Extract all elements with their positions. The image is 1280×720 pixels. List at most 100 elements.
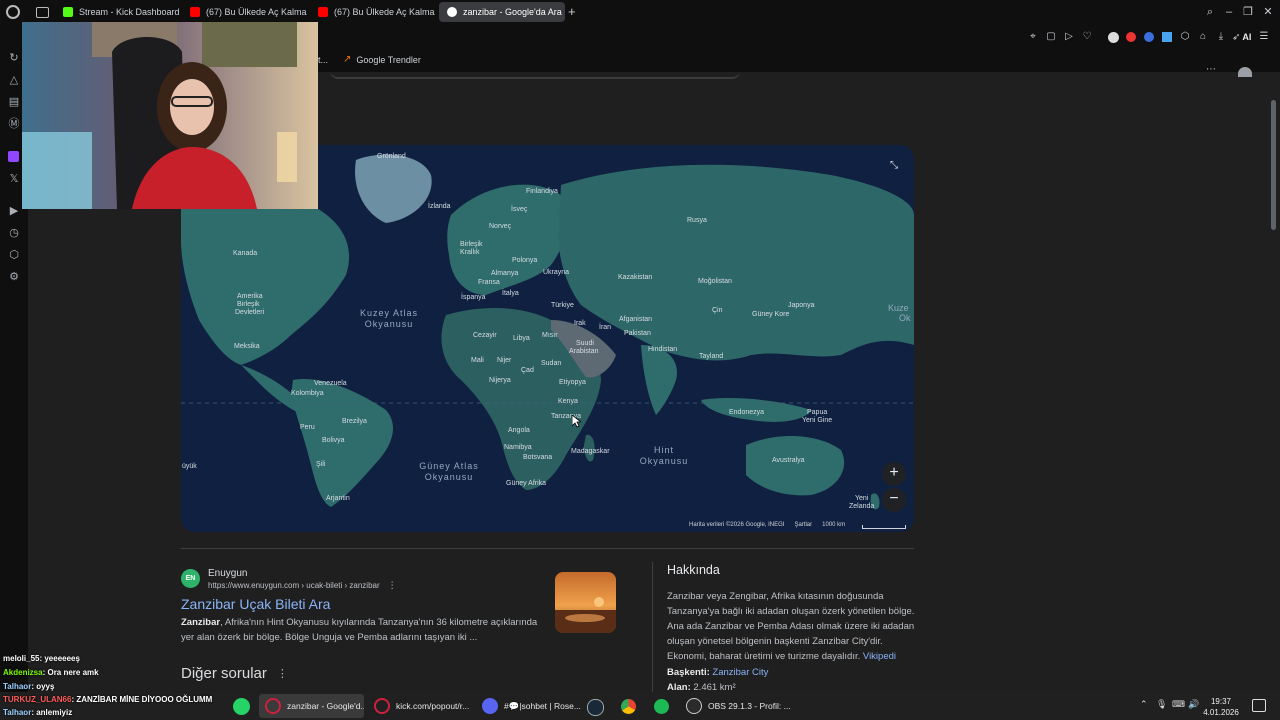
result-title-link[interactable]: Zanzibar Uçak Bileti Ara	[181, 596, 330, 612]
map-label: Güney Kore	[752, 311, 790, 318]
ai-label: AI	[1242, 32, 1252, 42]
steam-icon[interactable]	[587, 699, 604, 716]
map-label: Birleşik	[237, 301, 260, 308]
download-icon[interactable]: ⤓	[1214, 30, 1228, 44]
chrome-icon[interactable]	[621, 699, 636, 714]
messenger-icon[interactable]: Ⓜ	[7, 117, 21, 131]
map-attribution: Harita verileri ©2026 Google, INEGI	[689, 522, 785, 528]
taskbar-opera-kick[interactable]: kick.com/popout/r...	[368, 694, 473, 718]
tab-google-search[interactable]: zanzibar - Google'da Ara	[439, 2, 565, 22]
zoom-out-button[interactable]: −	[882, 488, 906, 512]
twitch-icon[interactable]	[8, 151, 19, 162]
map-label: Avustralya	[772, 457, 805, 464]
google-icon	[447, 7, 457, 17]
clock[interactable]: 19:37 4.01.2026	[1200, 696, 1242, 718]
result-url[interactable]: https://www.enuygun.com › ucak-bileti › …	[208, 581, 380, 590]
chat-text: : oyyş	[31, 682, 55, 691]
spotify-icon[interactable]	[654, 699, 669, 714]
taskbar-opera-google[interactable]: zanzibar - Google'd...	[259, 694, 364, 718]
tab-youtube-1[interactable]: (67) Bu Ülkede Aç Kalmaz	[182, 2, 307, 22]
wallet-icon[interactable]: ▤	[7, 95, 21, 109]
fullscreen-exit-icon[interactable]: ⤡	[883, 155, 905, 177]
snippet-text: , Afrika'nın Hint Okyanusu kıyılarında T…	[181, 617, 538, 643]
restore-icon[interactable]: ❐	[1241, 5, 1255, 19]
extension-red-icon[interactable]	[1126, 32, 1136, 42]
capital-link[interactable]: Zanzibar City	[712, 667, 768, 678]
wikipedia-link[interactable]: Vikipedi	[863, 651, 896, 662]
tray-chevron-icon[interactable]: ⌃	[1140, 699, 1148, 710]
chat-message: TURKUZ_ULAN66: ZANZİBAR MİNE DİYOOO OĞLU…	[3, 695, 212, 704]
whatsapp-icon[interactable]	[233, 698, 250, 715]
aria-ai-button[interactable]: ➶ AI	[1232, 31, 1251, 43]
panel-divider	[652, 562, 653, 692]
clock-date: 4.01.2026	[1203, 708, 1239, 717]
chat-message: meloli_55: yeeeeeeş	[3, 654, 80, 663]
pin-icon[interactable]: ⌖	[1026, 30, 1040, 44]
chat-user: Akdenizsa	[3, 668, 43, 677]
settings-icon[interactable]: ⚙	[7, 270, 21, 284]
microphone-icon[interactable]: 🎙	[1156, 699, 1167, 710]
play-icon[interactable]: ▷	[1062, 30, 1076, 44]
close-icon[interactable]: ✕	[1261, 5, 1275, 19]
network-icon[interactable]: ⌨	[1172, 699, 1185, 710]
map-label: Papua	[807, 409, 828, 416]
more-options-icon[interactable]: ⋮	[388, 580, 397, 591]
scrollbar[interactable]	[1271, 100, 1276, 230]
history-icon[interactable]: ↻	[7, 51, 21, 65]
taskbar-obs[interactable]: OBS 29.1.3 - Profil: ...	[680, 694, 790, 718]
bookmark-partial[interactable]: t...	[318, 55, 328, 65]
map-label: Venezuela	[314, 380, 347, 387]
minimize-icon[interactable]: –	[1222, 5, 1236, 19]
webcam-overlay	[22, 22, 318, 209]
snapshot-icon[interactable]: ▢	[1044, 30, 1058, 44]
map-label: Birleşik	[460, 241, 483, 248]
heart-icon[interactable]: ♡	[1080, 30, 1094, 44]
chat-message: Talhaor: anlemiyiz	[3, 708, 72, 717]
map-label: Ok	[899, 313, 911, 323]
bookmark-google-trends[interactable]: ↗ Google Trendler	[343, 54, 421, 65]
tab-overview-icon[interactable]	[36, 7, 49, 18]
extension-square-icon[interactable]	[1162, 32, 1172, 42]
map-label: Çin	[712, 307, 723, 314]
notifications-icon[interactable]	[1252, 699, 1266, 712]
obs-icon	[686, 698, 702, 714]
apps-icon[interactable]: ⋯	[1206, 64, 1216, 75]
map-label: Finlandiya	[526, 188, 558, 195]
aria-icon[interactable]: △	[7, 73, 21, 87]
x-icon[interactable]: 𝕏	[7, 172, 21, 186]
chat-user: Talhaor	[3, 682, 32, 691]
taskbar-label: zanzibar - Google'd...	[287, 701, 364, 711]
new-tab-button[interactable]: +	[568, 5, 580, 19]
chat-message: Talhaor: oyyş	[3, 682, 54, 691]
tab-youtube-2[interactable]: (67) Bu Ülkede Aç Kalmaz	[310, 2, 435, 22]
youtube-icon	[318, 7, 328, 17]
menu-icon[interactable]: ☰	[1257, 30, 1271, 44]
ocean-label: Güney Atlas Okyanusu	[419, 461, 479, 482]
map-terms-link[interactable]: Şartlar	[794, 522, 812, 528]
search-box-edge[interactable]	[330, 68, 740, 79]
extensions-icon[interactable]: ⬡	[1178, 30, 1192, 44]
tab-kick-dashboard[interactable]: Stream - Kick Dashboard	[55, 2, 180, 22]
wallet-icon[interactable]: ⌂	[1196, 30, 1210, 44]
map-label: Norveç	[489, 223, 512, 230]
map-label: Almanya	[491, 270, 519, 277]
player-icon[interactable]: ▶	[7, 204, 21, 218]
extensions-icon[interactable]: ⬡	[7, 248, 21, 262]
map-label: Suudi	[576, 340, 594, 347]
map-label: İtalya	[502, 290, 519, 297]
chat-text: : Ora nere amk	[42, 668, 99, 677]
volume-icon[interactable]: 🔊	[1188, 699, 1199, 710]
clock-icon[interactable]: ◷	[7, 226, 21, 240]
search-icon[interactable]: ⌕	[1203, 5, 1217, 19]
map-label: Kuze	[888, 303, 909, 313]
extension-blue-icon[interactable]	[1144, 32, 1154, 42]
taskbar-label: kick.com/popout/r...	[396, 701, 470, 711]
opera-menu-icon[interactable]	[6, 5, 20, 19]
zoom-in-button[interactable]: +	[882, 462, 906, 486]
result-source[interactable]: Enuygun	[208, 568, 247, 579]
result-thumbnail[interactable]	[555, 572, 616, 633]
more-options-icon[interactable]: ⋮	[277, 667, 288, 680]
taskbar-discord[interactable]: #💬|sohbet | Rose...	[476, 694, 581, 718]
extension-icon[interactable]	[1108, 32, 1119, 43]
avatar[interactable]	[1238, 67, 1252, 77]
